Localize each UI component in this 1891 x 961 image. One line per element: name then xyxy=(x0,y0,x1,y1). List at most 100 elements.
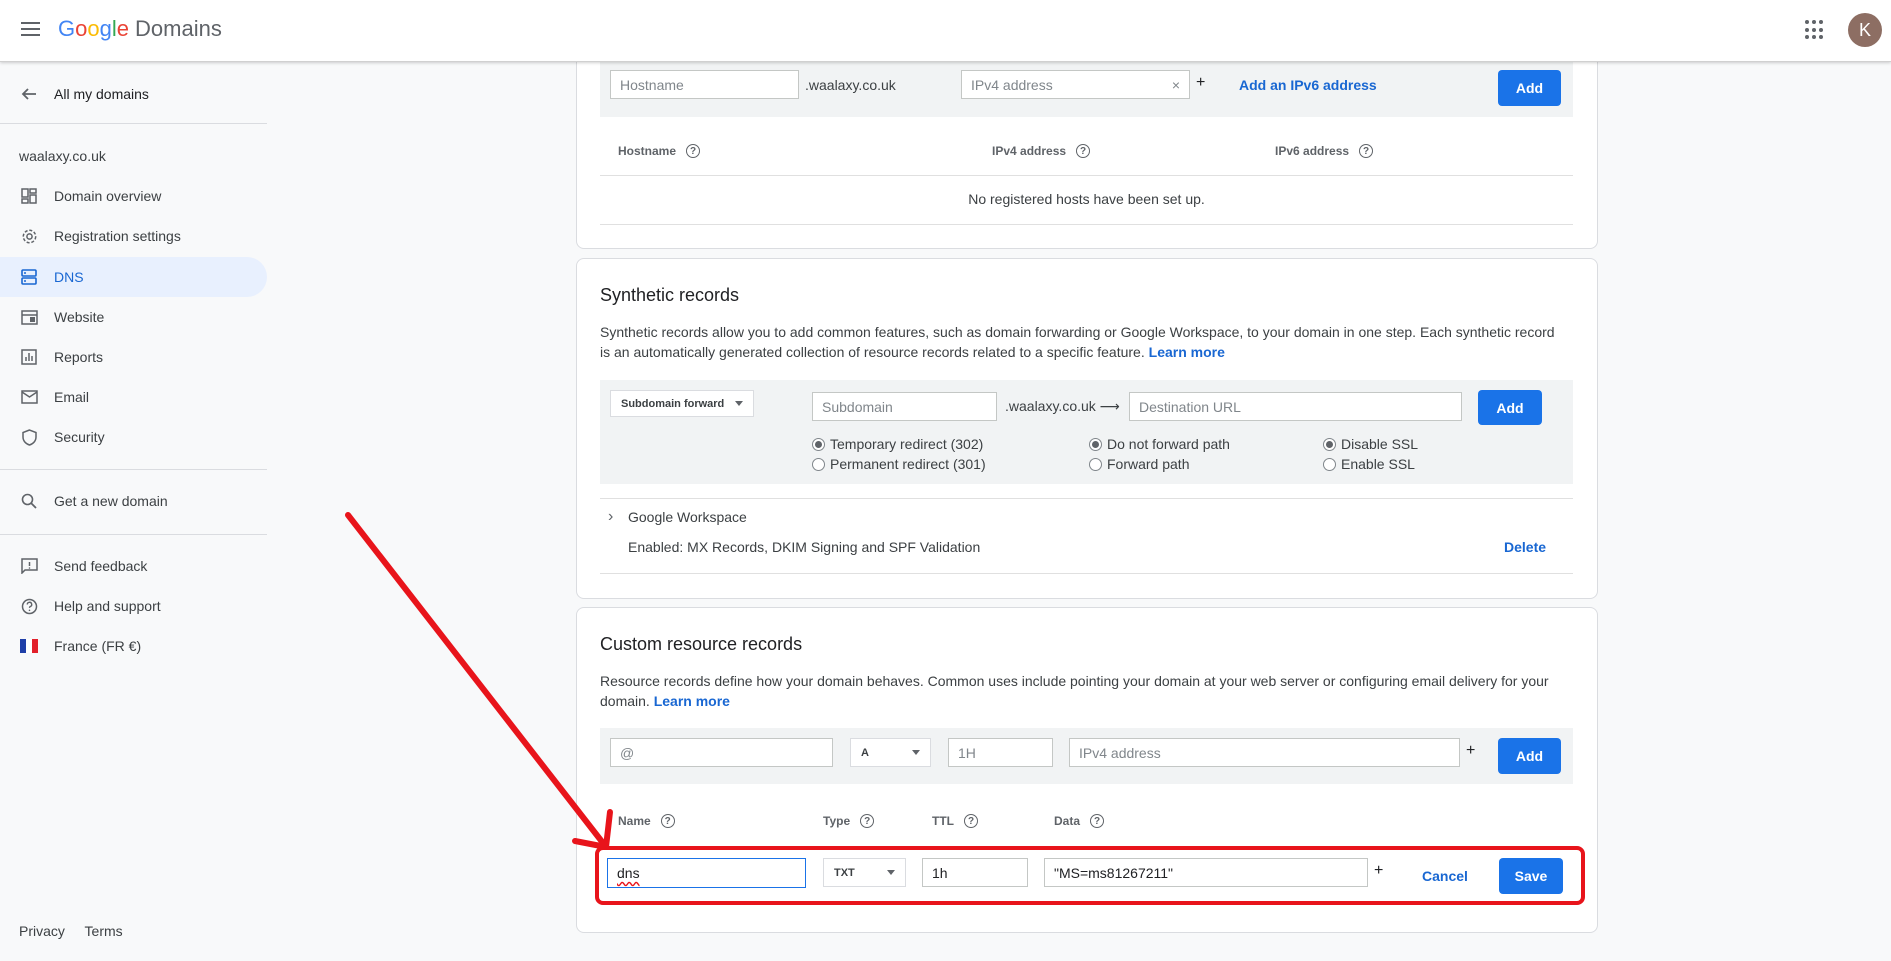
logo-letter: g xyxy=(99,16,112,41)
privacy-link[interactable]: Privacy xyxy=(19,923,65,939)
support-label: France (FR €) xyxy=(54,638,142,654)
sidebar-item-domain-overview[interactable]: Domain overview xyxy=(0,177,267,215)
help-circle-icon[interactable]: ? xyxy=(1090,814,1105,828)
feedback-icon xyxy=(20,557,38,575)
select-value: A xyxy=(861,746,869,759)
google-domains-logo[interactable]: Google Domains xyxy=(58,16,222,42)
add-record-button[interactable]: Add xyxy=(1498,738,1561,774)
hostname-input[interactable]: Hostname xyxy=(610,70,799,99)
avatar[interactable]: K xyxy=(1848,13,1882,47)
clear-icon[interactable]: × xyxy=(1172,77,1180,93)
help-circle-icon[interactable]: ? xyxy=(1076,144,1091,158)
website-icon xyxy=(20,308,38,326)
sidebar-item-website[interactable]: Website xyxy=(0,298,267,336)
column-header-label: IPv6 address xyxy=(1275,144,1350,158)
apps-grid-icon[interactable] xyxy=(1805,20,1825,40)
sidebar-item-label: Domain overview xyxy=(54,188,162,204)
mail-icon xyxy=(20,388,38,406)
sidebar-item-label: Reports xyxy=(54,349,104,365)
radio-disable-ssl[interactable]: Disable SSL xyxy=(1323,436,1418,452)
synthetic-type-select[interactable]: Subdomain forward xyxy=(610,390,754,417)
logo-letter: e xyxy=(116,16,130,41)
sidebar-item-label: Security xyxy=(54,429,105,445)
help-circle-icon[interactable]: ? xyxy=(860,814,875,828)
sidebar-item-reports[interactable]: Reports xyxy=(0,338,267,376)
ipv4-input[interactable]: IPv4 address × xyxy=(961,70,1190,99)
description-text: Resource records define how your domain … xyxy=(600,673,1549,709)
column-header-label: Hostname xyxy=(618,144,677,158)
sidebar-item-registration-settings[interactable]: Registration settings xyxy=(0,217,267,255)
add-ipv6-link[interactable]: Add an IPv6 address xyxy=(1239,77,1377,93)
logo-letter: o xyxy=(75,16,88,41)
sidebar-item-dns[interactable]: DNS xyxy=(0,257,267,297)
learn-more-link[interactable]: Learn more xyxy=(654,693,730,709)
radio-forward-path[interactable]: Forward path xyxy=(1089,456,1189,472)
column-header-label: Name xyxy=(618,814,651,828)
column-header-type: Type? xyxy=(823,814,875,828)
send-feedback-link[interactable]: Send feedback xyxy=(0,547,267,585)
chevron-right-icon[interactable]: › xyxy=(608,508,613,526)
workspace-status: Enabled: MX Records, DKIM Signing and SP… xyxy=(628,539,981,555)
synthetic-records-title: Synthetic records xyxy=(600,285,740,305)
back-to-all-domains[interactable]: All my domains xyxy=(0,76,267,112)
radio-label: Do not forward path xyxy=(1107,436,1230,452)
radio-temporary-redirect[interactable]: Temporary redirect (302) xyxy=(812,436,983,452)
column-header-label: IPv4 address xyxy=(992,144,1067,158)
region-selector[interactable]: France (FR €) xyxy=(0,627,267,665)
workspace-name[interactable]: Google Workspace xyxy=(628,509,747,525)
add-host-button[interactable]: Add xyxy=(1498,70,1561,106)
delete-workspace-link[interactable]: Delete xyxy=(1504,539,1546,555)
learn-more-link[interactable]: Learn more xyxy=(1149,344,1225,360)
column-header-ipv4: IPv4 address? xyxy=(992,144,1091,158)
help-and-support-link[interactable]: Help and support xyxy=(0,587,267,625)
column-header-data: Data? xyxy=(1054,814,1105,828)
back-label: All my domains xyxy=(54,86,149,102)
divider xyxy=(0,534,267,535)
record-type-select[interactable]: A xyxy=(850,738,931,767)
help-circle-icon[interactable]: ? xyxy=(686,144,701,158)
annotation-highlight-box xyxy=(595,846,1585,905)
search-icon xyxy=(20,492,38,510)
radio-do-not-forward-path[interactable]: Do not forward path xyxy=(1089,436,1230,452)
hamburger-menu-icon[interactable] xyxy=(18,18,44,44)
add-ipv4-plus-icon[interactable]: + xyxy=(1196,74,1205,92)
help-circle-icon[interactable]: ? xyxy=(1359,144,1374,158)
radio-dot xyxy=(1089,437,1102,451)
column-header-label: Type xyxy=(823,814,851,828)
radio-dot xyxy=(1323,457,1336,471)
record-ttl-input[interactable]: 1H xyxy=(948,738,1053,767)
add-data-plus-icon[interactable]: + xyxy=(1466,742,1475,760)
logo-letter: o xyxy=(87,16,100,41)
column-header-label: Data xyxy=(1054,814,1081,828)
gear-icon xyxy=(20,227,38,245)
terms-link[interactable]: Terms xyxy=(85,923,123,939)
column-header-name: Name? xyxy=(618,814,675,828)
product-name: Domains xyxy=(135,16,222,41)
logo-letter: G xyxy=(58,16,76,41)
radio-dot xyxy=(812,437,825,451)
domain-arrow-label: .waalaxy.co.uk ⟶ xyxy=(1005,398,1120,414)
column-header-label: TTL xyxy=(932,814,954,828)
radio-enable-ssl[interactable]: Enable SSL xyxy=(1323,456,1415,472)
get-new-domain-link[interactable]: Get a new domain xyxy=(0,482,267,520)
radio-dot xyxy=(1323,437,1336,451)
sidebar-item-label: Email xyxy=(54,389,90,405)
subdomain-input[interactable]: Subdomain xyxy=(812,392,997,421)
radio-label: Temporary redirect (302) xyxy=(830,436,984,452)
radio-permanent-redirect[interactable]: Permanent redirect (301) xyxy=(812,456,986,472)
radio-label: Permanent redirect (301) xyxy=(830,456,986,472)
help-circle-icon[interactable]: ? xyxy=(660,814,675,828)
help-circle-icon[interactable]: ? xyxy=(964,814,978,828)
destination-url-input[interactable]: Destination URL xyxy=(1129,392,1462,421)
record-data-input[interactable]: IPv4 address xyxy=(1069,738,1460,767)
ipv4-placeholder: IPv4 address xyxy=(971,76,1053,93)
radio-label: Enable SSL xyxy=(1341,456,1415,472)
column-header-ttl: TTL? xyxy=(932,814,978,828)
arrow-back-icon xyxy=(21,88,36,100)
sidebar-item-email[interactable]: Email xyxy=(0,378,267,416)
record-name-input[interactable]: @ xyxy=(610,738,833,767)
sidebar: All my domains waalaxy.co.uk Domain over… xyxy=(0,62,267,961)
sidebar-item-security[interactable]: Security xyxy=(0,418,267,456)
radio-label: Forward path xyxy=(1107,456,1190,472)
add-synthetic-button[interactable]: Add xyxy=(1478,390,1542,425)
